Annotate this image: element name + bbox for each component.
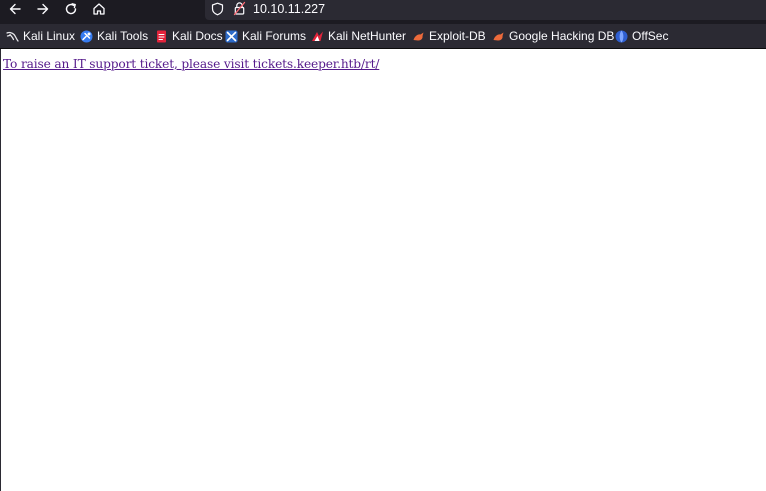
back-button[interactable] bbox=[4, 0, 26, 18]
bookmark-kali-docs[interactable]: Kali Docs bbox=[155, 27, 223, 45]
bookmark-label: Kali Linux bbox=[23, 29, 76, 43]
exploit-db-icon bbox=[413, 32, 424, 40]
support-ticket-link[interactable]: To raise an IT support ticket, please vi… bbox=[3, 56, 379, 72]
reload-icon bbox=[65, 3, 77, 15]
tracking-protection-shield-icon[interactable] bbox=[211, 2, 224, 16]
navigation-toolbar: 10.10.11.227 bbox=[0, 0, 766, 22]
google-hacking-db-icon bbox=[493, 32, 504, 40]
bookmark-kali-tools[interactable]: Kali Tools bbox=[80, 27, 148, 45]
kali-dragon-icon bbox=[6, 31, 19, 42]
reload-button[interactable] bbox=[60, 0, 82, 18]
bookmark-label: Kali Tools bbox=[97, 29, 149, 43]
bookmark-label: Exploit-DB bbox=[429, 29, 486, 43]
url-bar[interactable]: 10.10.11.227 bbox=[205, 0, 766, 20]
bookmark-exploit-db[interactable]: Exploit-DB bbox=[412, 27, 486, 45]
home-button[interactable] bbox=[88, 0, 110, 18]
bookmark-kali-linux[interactable]: Kali Linux bbox=[6, 27, 75, 45]
bookmark-kali-forums[interactable]: Kali Forums bbox=[225, 27, 306, 45]
bookmark-label: Kali Docs bbox=[172, 29, 223, 43]
bookmark-label: Kali NetHunter bbox=[328, 29, 407, 43]
arrow-right-icon bbox=[37, 3, 49, 15]
bookmark-offsec[interactable]: OffSec bbox=[615, 27, 668, 45]
page-content: To raise an IT support ticket, please vi… bbox=[0, 49, 766, 491]
kali-tools-icon bbox=[80, 30, 93, 42]
kali-forums-icon bbox=[225, 30, 238, 42]
arrow-left-icon bbox=[9, 3, 21, 15]
kali-docs-icon bbox=[157, 30, 166, 42]
bookmarks-toolbar: Kali Linux Kali Tools Kali Docs Kali For… bbox=[0, 24, 766, 49]
bookmark-label: Google Hacking DB bbox=[509, 29, 615, 43]
url-text[interactable]: 10.10.11.227 bbox=[253, 1, 325, 17]
bookmark-kali-nethunter[interactable]: Kali NetHunter bbox=[311, 27, 406, 45]
window-edge bbox=[0, 49, 1, 491]
kali-nethunter-icon bbox=[312, 31, 323, 41]
forward-button[interactable] bbox=[32, 0, 54, 18]
insecure-lock-icon[interactable] bbox=[233, 1, 246, 16]
offsec-icon bbox=[615, 30, 628, 42]
bookmark-label: OffSec bbox=[632, 29, 669, 43]
home-icon bbox=[93, 3, 105, 15]
bookmark-google-hacking-db[interactable]: Google Hacking DB bbox=[492, 27, 614, 45]
bookmark-label: Kali Forums bbox=[242, 29, 307, 43]
